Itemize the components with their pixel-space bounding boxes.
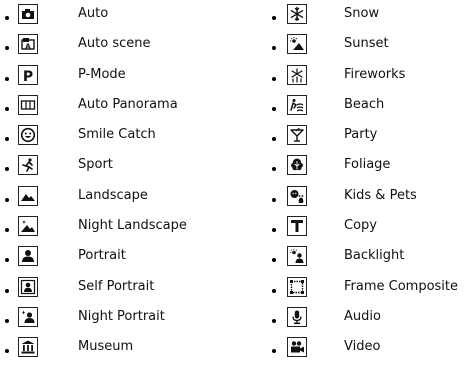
bullet	[272, 46, 276, 51]
portrait-icon	[18, 246, 38, 267]
list-item-label: Museum	[78, 339, 134, 355]
bullet	[272, 228, 276, 233]
camera-icon	[18, 4, 38, 24]
sport-icon	[18, 155, 38, 176]
landscape-icon	[18, 185, 38, 206]
night-landscape-icon	[18, 216, 38, 237]
bullet	[272, 137, 276, 142]
beach-icon	[287, 94, 307, 115]
bullet	[5, 288, 9, 293]
bullet	[5, 167, 9, 172]
night-portrait-icon	[18, 306, 38, 327]
microphone-icon	[287, 306, 307, 327]
list-item-label: Portrait	[78, 248, 126, 264]
list-item-label: Copy	[344, 218, 377, 234]
list-item-label: Video	[344, 339, 381, 355]
museum-icon	[18, 337, 38, 358]
auto-scene-icon: A	[18, 34, 38, 55]
bullet	[272, 318, 276, 323]
party-icon	[287, 125, 307, 146]
list-item-label: Frame Composite	[344, 278, 459, 294]
bullet	[5, 349, 9, 354]
backlight-icon	[287, 246, 307, 267]
list-item-label: Auto scene	[78, 36, 151, 52]
bullet	[272, 16, 276, 20]
list-item-label: Night Landscape	[78, 218, 187, 234]
fireworks-icon	[287, 64, 307, 85]
video-icon	[287, 337, 307, 358]
bullet	[272, 167, 276, 172]
list-item-label: Sport	[78, 157, 113, 173]
bullet	[5, 106, 9, 111]
bullet	[5, 258, 9, 263]
bullet	[5, 46, 9, 51]
panorama-icon	[18, 94, 38, 115]
smile-icon	[18, 125, 38, 146]
list-item-label: Audio	[344, 308, 381, 324]
bullet	[272, 288, 276, 293]
foliage-icon	[287, 155, 307, 176]
list-item-label: P-Mode	[78, 66, 126, 82]
list-item-label: Kids & Pets	[344, 187, 417, 203]
bullet	[5, 228, 9, 233]
list-item-label: Fireworks	[344, 66, 406, 82]
frame-composite-icon	[287, 276, 307, 297]
list-item-label: Auto Panorama	[78, 96, 178, 112]
bullet	[272, 349, 276, 354]
copy-icon	[287, 216, 307, 237]
list-item-label: Party	[344, 127, 378, 143]
list-item-label: Snow	[344, 6, 380, 21]
self-portrait-icon	[18, 276, 38, 297]
list-item-label: Self Portrait	[78, 278, 155, 294]
bullet	[5, 76, 9, 81]
list-item-label: Smile Catch	[78, 127, 156, 143]
list-item-label: Auto	[78, 6, 109, 21]
svg-text:A: A	[25, 43, 31, 51]
p-mode-icon: P	[18, 64, 38, 85]
list-item-label: Beach	[344, 96, 385, 112]
list-item-label: Backlight	[344, 248, 405, 264]
snowflake-icon	[287, 4, 307, 24]
bullet	[5, 16, 9, 20]
bullet	[5, 137, 9, 142]
sunset-icon	[287, 34, 307, 55]
bullet	[272, 106, 276, 111]
bullet	[272, 197, 276, 202]
kids-pets-icon	[287, 185, 307, 206]
list-item-label: Sunset	[344, 36, 389, 52]
list-item-label: Landscape	[78, 187, 148, 203]
list-item-label: Foliage	[344, 157, 391, 173]
bullet	[5, 197, 9, 202]
bullet	[5, 318, 9, 323]
bullet	[272, 258, 276, 263]
list-item-label: Night Portrait	[78, 308, 165, 324]
svg-text:P: P	[23, 69, 33, 83]
bullet	[272, 76, 276, 81]
